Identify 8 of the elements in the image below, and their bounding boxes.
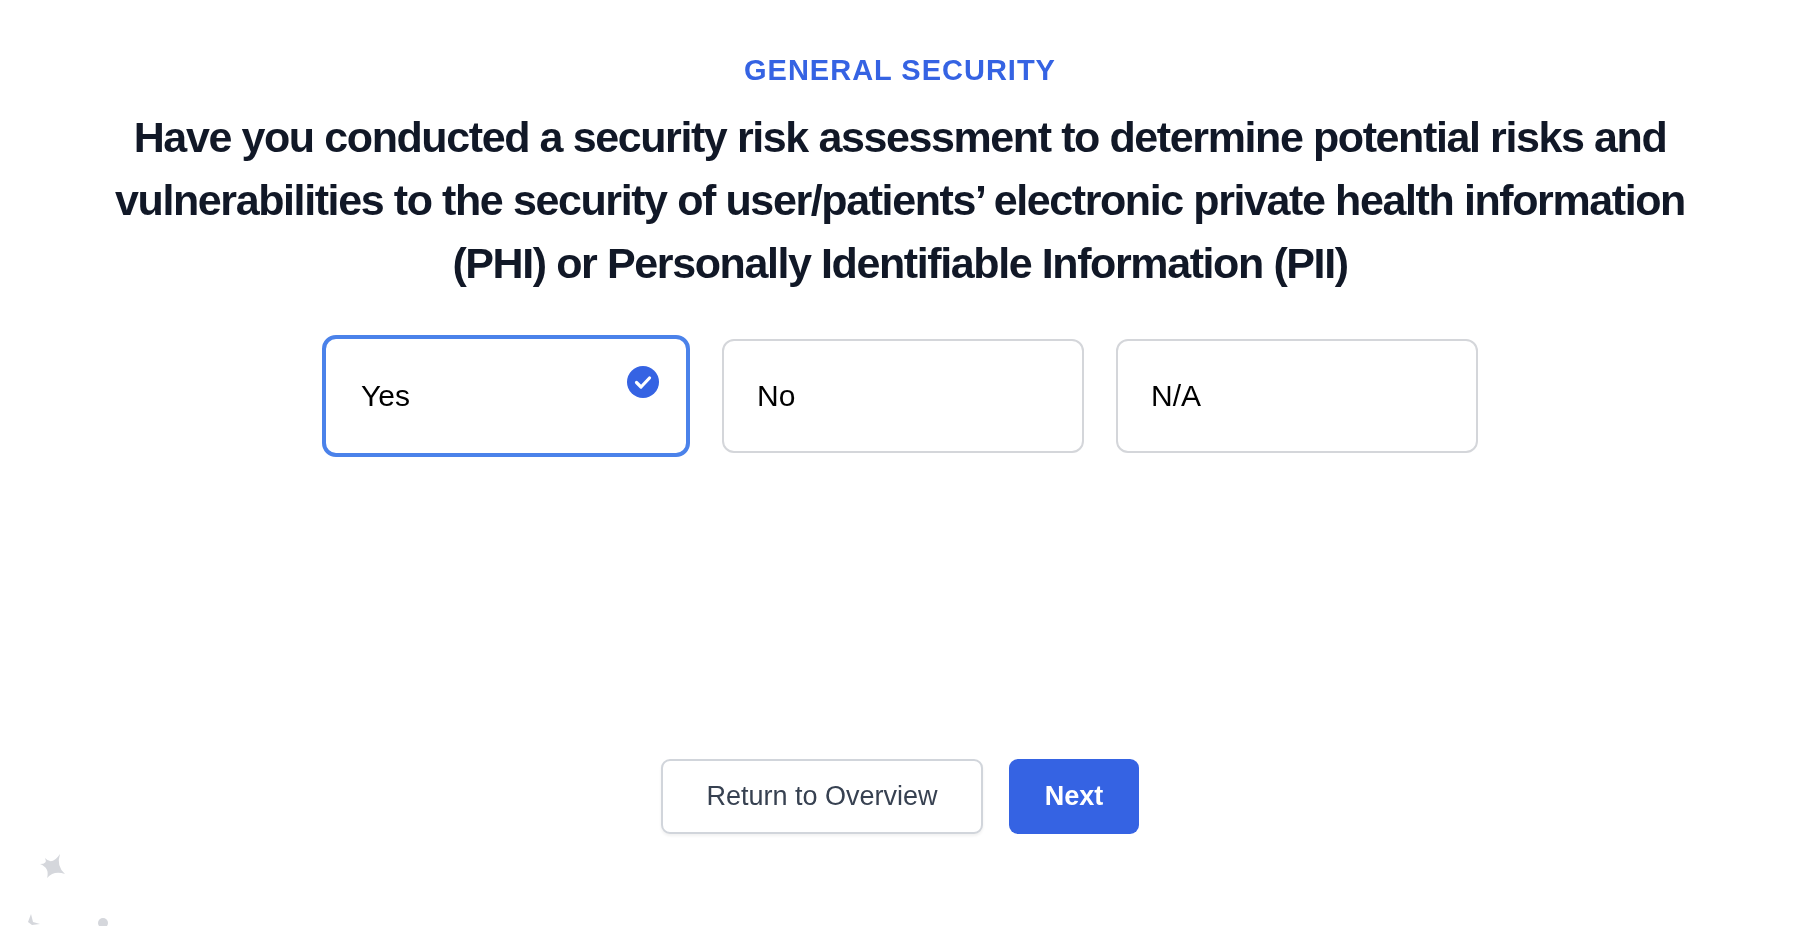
answer-option[interactable]: Yes	[322, 335, 690, 457]
section-label: GENERAL SECURITY	[744, 53, 1056, 88]
question-text: Have you conducted a security risk assessment to determine potential risks and vulnerabilities to the security of user/patients’ electronic private health information (PHI) or Personally Identifiable Information (PII)	[114, 112, 1686, 289]
answer-option[interactable]: No	[722, 339, 1084, 453]
answer-option[interactable]: N/A	[1116, 339, 1478, 453]
check-icon	[627, 366, 659, 398]
return-button[interactable]: Return to Overview	[661, 759, 983, 834]
next-button[interactable]: Next	[1009, 759, 1139, 834]
